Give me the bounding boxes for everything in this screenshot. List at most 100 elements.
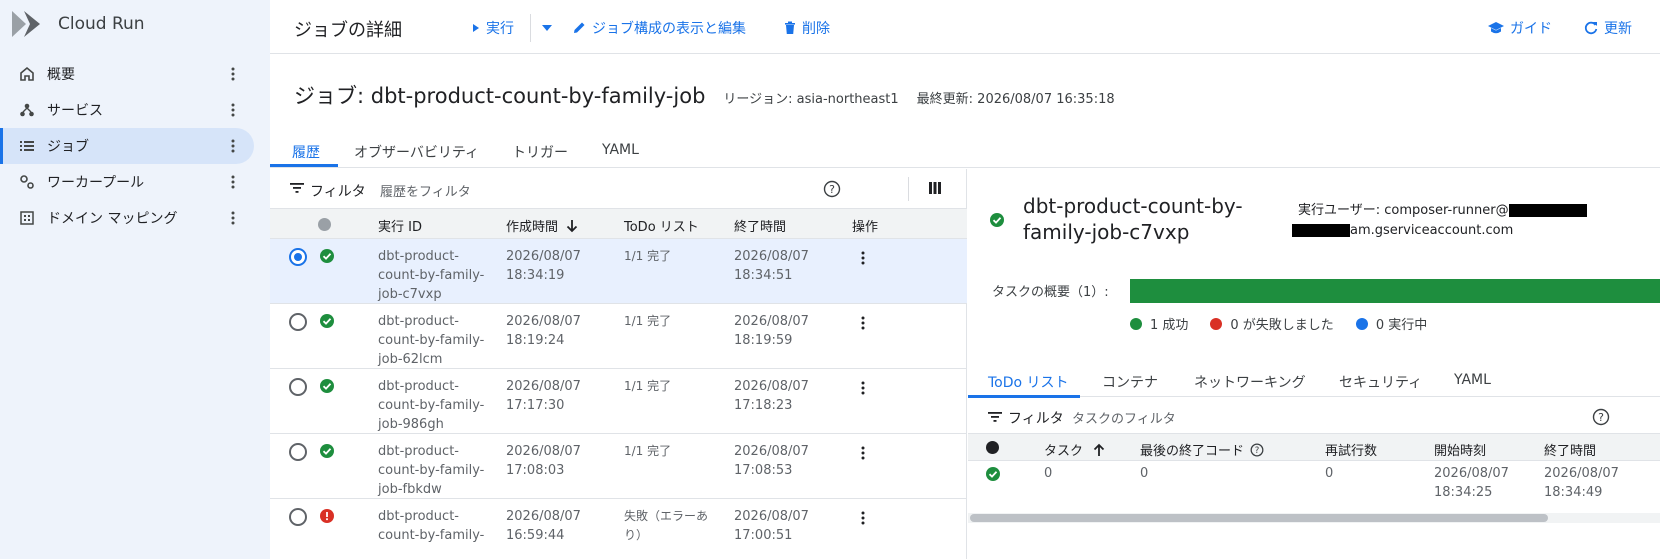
run-options-dropdown[interactable] [542, 17, 558, 39]
topbar: ジョブの詳細 実行 ジョブ構成の表示と編集 削除 ガイド 更新 [270, 0, 1660, 54]
help-icon[interactable]: ? [823, 180, 841, 198]
home-icon [18, 65, 36, 83]
table-row[interactable]: dbt-product-count-by-family- 2026/08/07 … [270, 499, 967, 559]
more-vert-icon[interactable] [224, 173, 242, 191]
execution-id[interactable]: dbt-product-count-by-family- [378, 507, 490, 545]
column-display-icon[interactable] [928, 181, 942, 195]
legend-label: 0 実行中 [1375, 318, 1428, 333]
brand[interactable]: Cloud Run [10, 8, 145, 40]
column-header-created[interactable]: 作成時間 [506, 216, 578, 235]
table-row[interactable]: dbt-product-count-by-family-job-c7vxp 20… [270, 239, 967, 304]
row-radio[interactable] [289, 313, 307, 331]
guide-button[interactable]: ガイド [1488, 17, 1552, 39]
row-radio[interactable] [289, 378, 307, 396]
column-header-end[interactable]: 終了時間 [734, 216, 786, 235]
row-radio[interactable] [289, 248, 307, 266]
help-icon[interactable]: ? [1250, 443, 1264, 457]
tab-security[interactable]: セキュリティ [1339, 372, 1422, 392]
column-header-task[interactable]: タスク [1044, 440, 1105, 459]
run-button[interactable]: 実行 [472, 17, 514, 39]
created-time: 2026/08/07 18:19:24 [506, 314, 581, 348]
column-header-retries[interactable]: 再試行数 [1325, 440, 1377, 459]
filter-divider [908, 177, 909, 201]
execution-id[interactable]: dbt-product-count-by-family-job-986gh [378, 377, 490, 434]
delete-button[interactable]: 削除 [784, 17, 830, 39]
building-icon [18, 209, 36, 227]
edit-config-button[interactable]: ジョブ構成の表示と編集 [572, 17, 746, 39]
tab-todo-list[interactable]: ToDo リスト [988, 372, 1069, 392]
more-vert-icon[interactable] [854, 379, 872, 397]
scrollbar-thumb[interactable] [970, 514, 1548, 522]
brand-name: Cloud Run [58, 14, 145, 34]
services-icon [18, 101, 36, 119]
more-vert-icon[interactable] [854, 444, 872, 462]
sidebar-item-jobs[interactable]: ジョブ [0, 128, 254, 164]
tab-networking[interactable]: ネットワーキング [1194, 372, 1306, 392]
table-row[interactable]: dbt-product-count-by-family-job-986gh 20… [270, 369, 967, 434]
table-row[interactable]: dbt-product-count-by-family-job-62lcm 20… [270, 304, 967, 369]
column-header-id[interactable]: 実行 ID [378, 216, 422, 235]
tab-triggers[interactable]: トリガー [510, 142, 570, 162]
more-vert-icon[interactable] [854, 509, 872, 527]
end-time: 2026/08/07 17:08:53 [734, 444, 809, 478]
sidebar-item-overview[interactable]: 概要 [0, 56, 254, 92]
pencil-icon [574, 22, 585, 33]
gears-icon [18, 173, 36, 191]
more-vert-icon[interactable] [224, 209, 242, 227]
created-time: 2026/08/07 17:08:03 [506, 444, 581, 478]
execution-id[interactable]: dbt-product-count-by-family-job-fbkdw [378, 442, 490, 499]
legend-failed: 0 が失敗しました [1210, 314, 1334, 333]
success-icon [986, 467, 1000, 481]
tab-observability[interactable]: オブザーバビリティ [352, 142, 481, 162]
execution-id[interactable]: dbt-product-count-by-family-job-62lcm [378, 312, 490, 369]
column-header-actions: 操作 [852, 220, 879, 235]
chevron-down-icon [542, 25, 552, 31]
task-table-header: タスク 最後の終了コード ? 再試行数 開始時刻 終了時間 [968, 433, 1660, 461]
refresh-button[interactable]: 更新 [1584, 17, 1632, 39]
task-start-time: 2026/08/07 18:34:25 [1434, 466, 1509, 500]
row-radio[interactable] [289, 508, 307, 526]
column-header-end-time[interactable]: 終了時間 [1544, 440, 1596, 459]
more-vert-icon[interactable] [224, 65, 242, 83]
column-header-start-time[interactable]: 開始時刻 [1434, 440, 1486, 459]
status-column-icon [986, 441, 999, 454]
todo-status: 1/1 完了 [624, 444, 672, 458]
tab-yaml[interactable]: YAML [1454, 372, 1491, 388]
legend-dot [1210, 317, 1223, 330]
legend-label: 0 が失敗しました [1230, 318, 1334, 333]
more-vert-icon[interactable] [224, 101, 242, 119]
help-icon[interactable]: ? [1592, 408, 1610, 426]
success-icon [320, 249, 334, 263]
table-row[interactable]: dbt-product-count-by-family-job-fbkdw 20… [270, 434, 967, 499]
history-filter-input[interactable]: 履歴をフィルタ [380, 181, 471, 200]
success-icon [320, 379, 334, 393]
column-header-todo[interactable]: ToDo リスト [624, 216, 699, 235]
main-content: ジョブの詳細 実行 ジョブ構成の表示と編集 削除 ガイド 更新 ジョブ: dbt… [270, 0, 1660, 559]
horizontal-scrollbar[interactable] [968, 513, 1660, 523]
sidebar-item-worker-pools[interactable]: ワーカープール [0, 164, 254, 200]
tab-containers[interactable]: コンテナ [1102, 372, 1158, 392]
execution-user: 実行ユーザー: composer-runner@ am.gserviceacco… [1292, 201, 1658, 241]
row-radio[interactable] [289, 443, 307, 461]
execution-id[interactable]: dbt-product-count-by-family-job-c7vxp [378, 247, 490, 304]
column-header-exit-code[interactable]: 最後の終了コード ? [1140, 440, 1264, 459]
more-vert-icon[interactable] [224, 137, 242, 155]
task-row[interactable]: 0 0 0 2026/08/07 18:34:25 2026/08/07 18:… [968, 461, 1660, 507]
task-summary-label: タスクの概要（1）: [992, 285, 1109, 300]
tab-history[interactable]: 履歴 [290, 142, 322, 162]
guide-label: ガイド [1510, 21, 1552, 37]
task-legend: 1 成功 0 が失敗しました 0 実行中 [1130, 314, 1449, 333]
job-title: ジョブ: dbt-product-count-by-family-job [294, 84, 706, 108]
more-vert-icon[interactable] [854, 314, 872, 332]
job-header: ジョブ: dbt-product-count-by-family-job リージ… [294, 80, 1115, 110]
task-filter-input[interactable]: タスクのフィルタ [1072, 408, 1176, 427]
sidebar-item-services[interactable]: サービス [0, 92, 254, 128]
sidebar-item-domain-mappings[interactable]: ドメイン マッピング [0, 200, 254, 236]
legend-running: 0 実行中 [1355, 314, 1428, 333]
end-time: 2026/08/07 17:00:51 [734, 509, 809, 543]
svg-text:?: ? [1598, 411, 1604, 424]
trash-icon [785, 21, 795, 34]
more-vert-icon[interactable] [854, 249, 872, 267]
filter-icon [290, 183, 304, 193]
tab-yaml[interactable]: YAML [600, 142, 641, 158]
